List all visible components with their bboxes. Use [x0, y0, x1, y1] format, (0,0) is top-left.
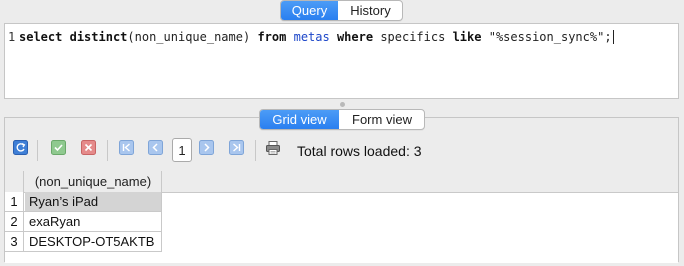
toolbar-separator: [37, 140, 38, 161]
table-row[interactable]: 3 DESKTOP-OT5AKTB: [5, 232, 162, 252]
refresh-button[interactable]: [11, 140, 29, 160]
text-caret: [612, 30, 614, 44]
keyword-distinct: distinct: [69, 30, 128, 44]
cell-non-unique-name[interactable]: exaRyan: [25, 212, 162, 231]
last-page-icon: [228, 140, 244, 160]
cell-non-unique-name[interactable]: DESKTOP-OT5AKTB: [25, 232, 162, 251]
page-number-field[interactable]: 1: [172, 138, 192, 162]
print-button[interactable]: [264, 140, 282, 161]
toolbar-separator: [107, 140, 108, 161]
sql-editor[interactable]: 1 select distinct(non_unique_name) from …: [4, 23, 679, 99]
row-number-header: [5, 171, 24, 192]
split-handle[interactable]: [340, 102, 345, 107]
commit-button[interactable]: [49, 140, 67, 160]
rollback-x-icon: [80, 140, 96, 160]
select-expression: (non_unique_name): [127, 30, 251, 44]
keyword-from: from: [257, 30, 287, 44]
next-page-icon: [198, 140, 214, 160]
print-icon: [265, 140, 281, 161]
row-number: 1: [5, 192, 24, 211]
cell-non-unique-name[interactable]: Ryan’s iPad: [25, 192, 162, 211]
tab-history[interactable]: History: [338, 1, 402, 20]
rollback-button[interactable]: [79, 140, 97, 160]
results-grid: (non_unique_name) 1 Ryan’s iPad 2 exaRya…: [5, 171, 678, 263]
like-pattern: "%session_sync%";: [488, 30, 612, 44]
tab-query[interactable]: Query: [281, 1, 338, 20]
keyword-select: select: [19, 30, 63, 44]
column-name: specifics: [380, 30, 446, 44]
keyword-like: like: [452, 30, 482, 44]
row-number: 3: [5, 232, 24, 251]
keyword-where: where: [336, 30, 374, 44]
last-page-button[interactable]: [227, 140, 245, 160]
sql-query-text: select distinct(non_unique_name) from me…: [19, 30, 614, 44]
refresh-icon: [12, 140, 28, 160]
table-row[interactable]: 2 exaRyan: [5, 212, 162, 232]
tab-grid-view[interactable]: Grid view: [260, 110, 339, 129]
commit-check-icon: [50, 140, 66, 160]
prev-page-icon: [147, 140, 163, 160]
toolbar-separator: [255, 140, 256, 161]
next-page-button[interactable]: [197, 140, 215, 160]
row-number: 2: [5, 212, 24, 231]
rows-loaded-status: Total rows loaded: 3: [297, 143, 422, 159]
line-number: 1: [8, 30, 16, 44]
results-toolbar: 1 Total rows loaded: 3: [5, 133, 678, 169]
editor-gutter: 1: [5, 24, 19, 98]
table-name: metas: [293, 30, 330, 44]
results-panel: 1 Total rows loaded: 3 (non_unique_name): [4, 117, 679, 263]
tab-form-view[interactable]: Form view: [339, 110, 424, 129]
prev-page-button[interactable]: [146, 140, 164, 160]
table-row[interactable]: 1 Ryan’s iPad: [5, 192, 162, 212]
grid-header: (non_unique_name): [5, 171, 678, 193]
query-history-tabs: Query History: [280, 0, 403, 21]
first-page-icon: [118, 140, 134, 160]
column-header-non-unique-name[interactable]: (non_unique_name): [25, 171, 162, 192]
grid-form-view-tabs: Grid view Form view: [259, 109, 425, 130]
first-page-button[interactable]: [117, 140, 135, 160]
